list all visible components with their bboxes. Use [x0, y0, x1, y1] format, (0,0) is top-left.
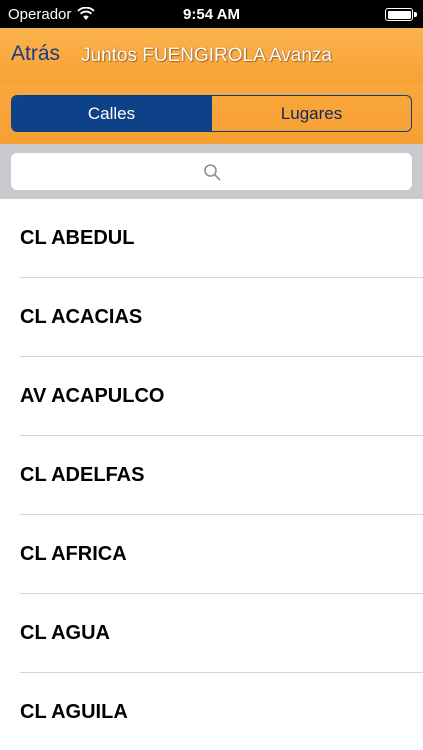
tab-calles[interactable]: Calles	[12, 96, 211, 131]
list-item[interactable]: CL ACACIAS	[0, 278, 423, 357]
segmented-control: Calles Lugares	[11, 95, 412, 132]
list-item[interactable]: AV ACAPULCO	[0, 357, 423, 436]
back-button[interactable]: Atrás	[11, 42, 60, 66]
list-item[interactable]: CL AFRICA	[0, 515, 423, 594]
list-item[interactable]: CL ADELFAS	[0, 436, 423, 515]
list-item[interactable]: CL AGUILA	[0, 673, 423, 750]
list-item-label: AV ACAPULCO	[20, 385, 165, 407]
nav-bar: Atrás Juntos FUENGIROLA Avanza	[0, 28, 423, 84]
list-item-label: CL AGUILA	[20, 701, 128, 723]
search-box[interactable]	[11, 153, 412, 190]
list-item-label: CL AGUA	[20, 622, 110, 644]
list-item-label: CL ADELFAS	[20, 464, 145, 486]
tab-lugares[interactable]: Lugares	[211, 96, 411, 131]
list-item-label: CL ABEDUL	[20, 227, 135, 249]
page-title: Juntos FUENGIROLA Avanza	[81, 45, 332, 66]
segment-area: Calles Lugares	[0, 84, 423, 144]
battery-icon	[385, 8, 417, 21]
list-item-label: CL ACACIAS	[20, 306, 143, 328]
street-list: CL ABEDUL CL ACACIAS AV ACAPULCO CL ADEL…	[0, 199, 423, 750]
list-item[interactable]: CL ABEDUL	[0, 199, 423, 278]
status-time: 9:54 AM	[183, 5, 240, 23]
list-item[interactable]: CL AGUA	[0, 594, 423, 673]
status-bar: Operador 9:54 AM	[0, 0, 423, 28]
search-area	[0, 144, 423, 199]
list-item-label: CL AFRICA	[20, 543, 127, 565]
search-input[interactable]	[11, 153, 412, 190]
